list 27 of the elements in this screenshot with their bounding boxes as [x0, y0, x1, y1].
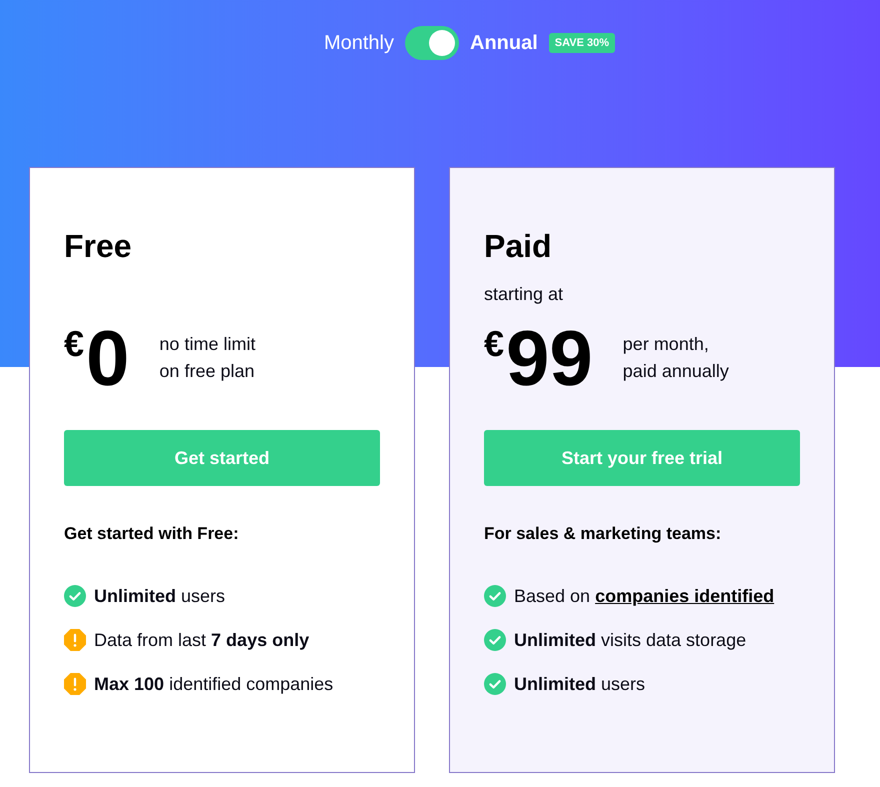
- price-amount: 99: [506, 319, 593, 397]
- feature-text: Max 100 identified companies: [94, 673, 334, 696]
- check-circle-icon: [484, 629, 506, 651]
- billing-option[interactable]: Annual: [470, 29, 538, 57]
- check-circle-icon: [64, 585, 86, 607]
- warning-octagon-icon: [64, 673, 86, 695]
- features-heading: Get started with Free:: [64, 523, 240, 545]
- check-circle-icon: [484, 673, 506, 695]
- feature-text: Data from last 7 days only: [94, 629, 310, 652]
- features-heading: For sales & marketing teams:: [484, 523, 722, 545]
- feature-text: Unlimited users: [514, 673, 646, 696]
- check-circle-icon: [484, 585, 506, 607]
- price-amount: 0: [86, 319, 130, 397]
- warning-octagon-icon: [64, 629, 86, 651]
- feature-text: Based on companies identified: [514, 585, 774, 608]
- price-note: per month, paid annually: [622, 333, 729, 383]
- plan-subtitle: starting at: [484, 283, 564, 306]
- price-note: no time limit on free plan: [159, 333, 256, 383]
- feature-link[interactable]: companies identified: [595, 586, 774, 606]
- plan-title: Paid: [484, 227, 553, 266]
- billing-option[interactable]: Monthly: [324, 29, 394, 57]
- currency-symbol: €: [484, 326, 504, 362]
- feature-text: Unlimited users: [94, 585, 226, 608]
- plan-title: Free: [64, 227, 133, 266]
- discount-badge: SAVE 30%: [548, 33, 615, 53]
- feature-text: Unlimited visits data storage: [514, 629, 746, 652]
- currency-symbol: €: [64, 326, 84, 362]
